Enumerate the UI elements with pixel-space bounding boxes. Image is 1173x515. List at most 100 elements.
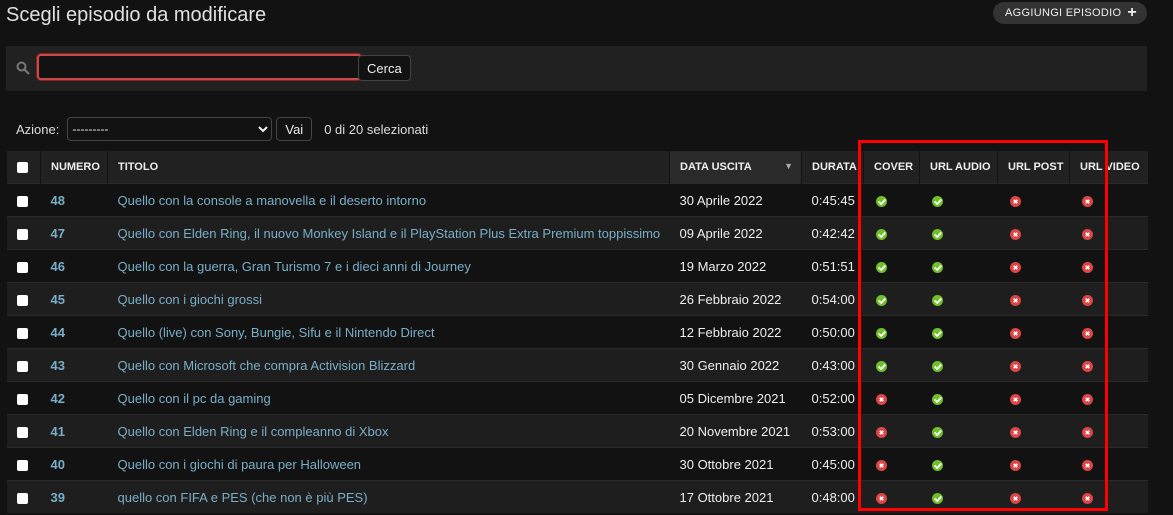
table-row: 46 Quello con la guerra, Gran Turismo 7 e… xyxy=(6,249,1148,283)
go-button[interactable]: Vai xyxy=(276,117,313,141)
x-circle-icon xyxy=(875,426,887,438)
check-circle-icon xyxy=(931,360,943,372)
check-circle-icon xyxy=(931,459,943,471)
duration-cell: 0:52:00 xyxy=(801,381,864,415)
search-button[interactable]: Cerca xyxy=(358,55,411,81)
episode-number-link[interactable]: 48 xyxy=(51,193,65,208)
cover-status-cell xyxy=(863,447,920,481)
row-checkbox[interactable] xyxy=(16,426,28,438)
episode-title-cell: Quello con i giochi di paura per Hallowe… xyxy=(107,447,670,481)
episode-title-link[interactable]: Quello con Microsoft che compra Activisi… xyxy=(118,358,416,373)
action-label: Azione: xyxy=(16,121,60,137)
episode-title-link[interactable]: Quello (live) con Sony, Bungie, Sifu e i… xyxy=(118,325,435,340)
url-post-status-cell xyxy=(997,315,1070,349)
release-date-cell: 26 Febbraio 2022 xyxy=(669,282,802,316)
check-circle-icon xyxy=(931,261,943,273)
episode-title-link[interactable]: Quello con Elden Ring, il nuovo Monkey I… xyxy=(118,226,661,241)
episode-number-cell: 42 xyxy=(40,381,108,415)
check-circle-icon xyxy=(931,195,943,207)
page-title: Scegli episodio da modificare xyxy=(6,4,267,26)
duration-cell: 0:51:51 xyxy=(801,249,864,283)
table-row: 45 Quello con i giochi grossi 26 Febbraio … xyxy=(6,282,1148,316)
url-video-status-cell xyxy=(1069,282,1148,316)
episode-title-cell: quello con FIFA e PES (che non è più PES… xyxy=(107,480,670,513)
row-checkbox[interactable] xyxy=(16,261,28,273)
table-header-row: NUMERO TITOLO DATA USCITA ▼ DURATA COVER … xyxy=(6,151,1148,184)
row-checkbox[interactable] xyxy=(16,492,28,504)
sort-descending-icon[interactable]: ▼ xyxy=(784,161,793,171)
column-header-data-uscita[interactable]: DATA USCITA ▼ xyxy=(669,151,802,184)
episode-number-cell: 40 xyxy=(40,447,108,481)
check-circle-icon xyxy=(931,492,943,504)
select-all-checkbox[interactable] xyxy=(17,161,28,173)
selection-counter: 0 di 20 selezionati xyxy=(324,121,429,137)
episode-number-cell: 44 xyxy=(40,315,108,349)
check-circle-icon xyxy=(875,228,887,240)
column-header-url-post[interactable]: URL POST xyxy=(997,151,1070,184)
add-episode-button[interactable]: AGGIUNGI EPISODIO + xyxy=(993,2,1147,24)
cover-status-cell xyxy=(863,183,920,217)
row-checkbox[interactable] xyxy=(16,327,28,339)
duration-cell: 0:50:00 xyxy=(801,315,864,349)
episode-title-link[interactable]: Quello con la guerra, Gran Turismo 7 e i… xyxy=(118,259,471,274)
release-date-cell: 30 Ottobre 2021 xyxy=(669,447,802,481)
check-circle-icon xyxy=(931,228,943,240)
search-toolbar: Cerca xyxy=(6,46,1147,91)
row-select-cell xyxy=(6,348,41,382)
url-video-status-cell xyxy=(1069,447,1148,481)
episode-number-link[interactable]: 46 xyxy=(51,259,65,274)
episode-number-link[interactable]: 44 xyxy=(51,325,65,340)
row-select-cell xyxy=(6,216,41,250)
row-checkbox[interactable] xyxy=(16,228,28,240)
x-circle-icon xyxy=(1081,195,1093,207)
column-header-cover[interactable]: COVER xyxy=(863,151,920,184)
episode-number-link[interactable]: 45 xyxy=(51,292,65,307)
x-circle-icon xyxy=(1081,426,1093,438)
url-audio-status-cell xyxy=(919,381,998,415)
column-header-url-video[interactable]: URL VIDEO xyxy=(1069,151,1148,184)
episode-number-cell: 45 xyxy=(40,282,108,316)
episode-number-link[interactable]: 40 xyxy=(51,457,65,472)
column-header-durata[interactable]: DURATA xyxy=(801,151,864,184)
x-circle-icon xyxy=(1081,459,1093,471)
table-row: 43 Quello con Microsoft che compra Activi… xyxy=(6,348,1148,382)
episode-title-link[interactable]: quello con FIFA e PES (che non è più PES… xyxy=(118,490,368,505)
episode-title-link[interactable]: Quello con la console a manovella e il d… xyxy=(118,193,427,208)
episode-number-link[interactable]: 43 xyxy=(51,358,65,373)
cover-status-cell xyxy=(863,216,920,250)
url-post-status-cell xyxy=(997,216,1070,250)
check-circle-icon xyxy=(875,294,887,306)
row-checkbox[interactable] xyxy=(16,294,28,306)
x-circle-icon xyxy=(1009,261,1021,273)
episode-title-cell: Quello con Microsoft che compra Activisi… xyxy=(107,348,670,382)
duration-cell: 0:43:00 xyxy=(801,348,864,382)
check-circle-icon xyxy=(875,327,887,339)
episode-title-link[interactable]: Quello con il pc da gaming xyxy=(118,391,271,406)
row-checkbox[interactable] xyxy=(16,393,28,405)
episode-number-link[interactable]: 41 xyxy=(51,424,65,439)
episode-title-link[interactable]: Quello con Elden Ring e il compleanno di… xyxy=(118,424,389,439)
x-circle-icon xyxy=(1009,195,1021,207)
episode-number-link[interactable]: 47 xyxy=(51,226,65,241)
table-row: 41 Quello con Elden Ring e il compleanno … xyxy=(6,414,1148,448)
episode-number-link[interactable]: 42 xyxy=(51,391,65,406)
episode-title-cell: Quello con Elden Ring e il compleanno di… xyxy=(107,414,670,448)
column-header-url-audio[interactable]: URL AUDIO xyxy=(919,151,998,184)
row-checkbox[interactable] xyxy=(16,459,28,471)
column-header-titolo[interactable]: TITOLO xyxy=(107,151,670,184)
episode-number-link[interactable]: 39 xyxy=(51,490,65,505)
column-header-numero[interactable]: NUMERO xyxy=(40,151,108,184)
action-select[interactable]: --------- xyxy=(67,117,273,141)
url-video-status-cell xyxy=(1069,183,1148,217)
row-checkbox[interactable] xyxy=(16,195,28,207)
episode-title-link[interactable]: Quello con i giochi grossi xyxy=(118,292,263,307)
table-row: 48 Quello con la console a manovella e il… xyxy=(6,183,1148,217)
row-select-cell xyxy=(6,480,41,513)
release-date-cell: 09 Aprile 2022 xyxy=(669,216,802,250)
episode-number-cell: 41 xyxy=(40,414,108,448)
search-input[interactable] xyxy=(37,54,362,80)
episode-number-cell: 46 xyxy=(40,249,108,283)
release-date-cell: 05 Dicembre 2021 xyxy=(669,381,802,415)
episode-title-link[interactable]: Quello con i giochi di paura per Hallowe… xyxy=(118,457,362,472)
row-checkbox[interactable] xyxy=(16,360,28,372)
